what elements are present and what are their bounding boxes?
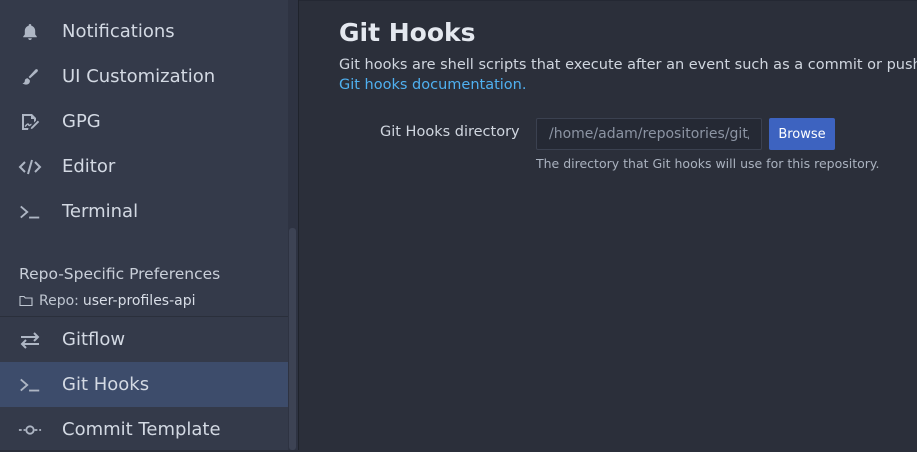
- repo-indicator: Repo: user-profiles-api: [19, 291, 196, 311]
- browse-button[interactable]: Browse: [769, 118, 835, 150]
- sidebar-item-git-hooks[interactable]: Git Hooks: [0, 362, 288, 407]
- signature-icon: [18, 110, 42, 134]
- sidebar-item-ui-customization[interactable]: UI Customization: [0, 54, 288, 99]
- sidebar-item-label: Commit Template: [62, 419, 221, 440]
- commit-icon: [18, 418, 42, 442]
- sidebar-item-label: Terminal: [62, 201, 139, 222]
- sidebar-item-label: Notifications: [62, 21, 175, 42]
- repo-section-title: Repo-Specific Preferences: [19, 265, 221, 283]
- sidebar-scrollbar[interactable]: [288, 0, 298, 450]
- arrows-swap-icon: [18, 328, 42, 352]
- sidebar-item-terminal[interactable]: Terminal: [0, 189, 288, 234]
- repo-name: user-profiles-api: [82, 293, 196, 309]
- top-border: [299, 0, 917, 1]
- page-title: Git Hooks: [339, 18, 476, 47]
- terminal-icon: [18, 200, 42, 224]
- page-description: Git hooks are shell scripts that execute…: [339, 57, 917, 73]
- sidebar-item-commit-template[interactable]: Commit Template: [0, 407, 288, 452]
- scrollbar-thumb[interactable]: [289, 228, 296, 450]
- bell-icon: [18, 20, 42, 44]
- repo-prefix: Repo:: [39, 293, 79, 309]
- git-hooks-directory-help: The directory that Git hooks will use fo…: [536, 156, 880, 171]
- terminal-icon: [18, 373, 42, 397]
- sidebar-item-label: Editor: [62, 156, 116, 177]
- git-hooks-documentation-link[interactable]: Git hooks documentation.: [339, 77, 526, 93]
- sidebar-item-label: UI Customization: [62, 66, 216, 87]
- sidebar-item-notifications[interactable]: Notifications: [0, 9, 288, 54]
- code-icon: [18, 155, 42, 179]
- main-panel: Git Hooks Git hooks are shell scripts th…: [299, 0, 917, 450]
- sidebar-item-label: GPG: [62, 111, 101, 132]
- sidebar-item-editor[interactable]: Editor: [0, 144, 288, 189]
- git-hooks-directory-input[interactable]: [536, 118, 762, 150]
- sidebar-item-label: Gitflow: [62, 329, 126, 350]
- folder-icon: [19, 295, 33, 307]
- git-hooks-directory-label: Git Hooks directory: [380, 124, 520, 140]
- sidebar-item-gitflow[interactable]: Gitflow: [0, 317, 288, 362]
- paintbrush-icon: [18, 65, 42, 89]
- sidebar: Notifications UI Customization GPG Edito…: [0, 0, 288, 450]
- sidebar-item-label: Git Hooks: [62, 374, 150, 395]
- sidebar-item-gpg[interactable]: GPG: [0, 99, 288, 144]
